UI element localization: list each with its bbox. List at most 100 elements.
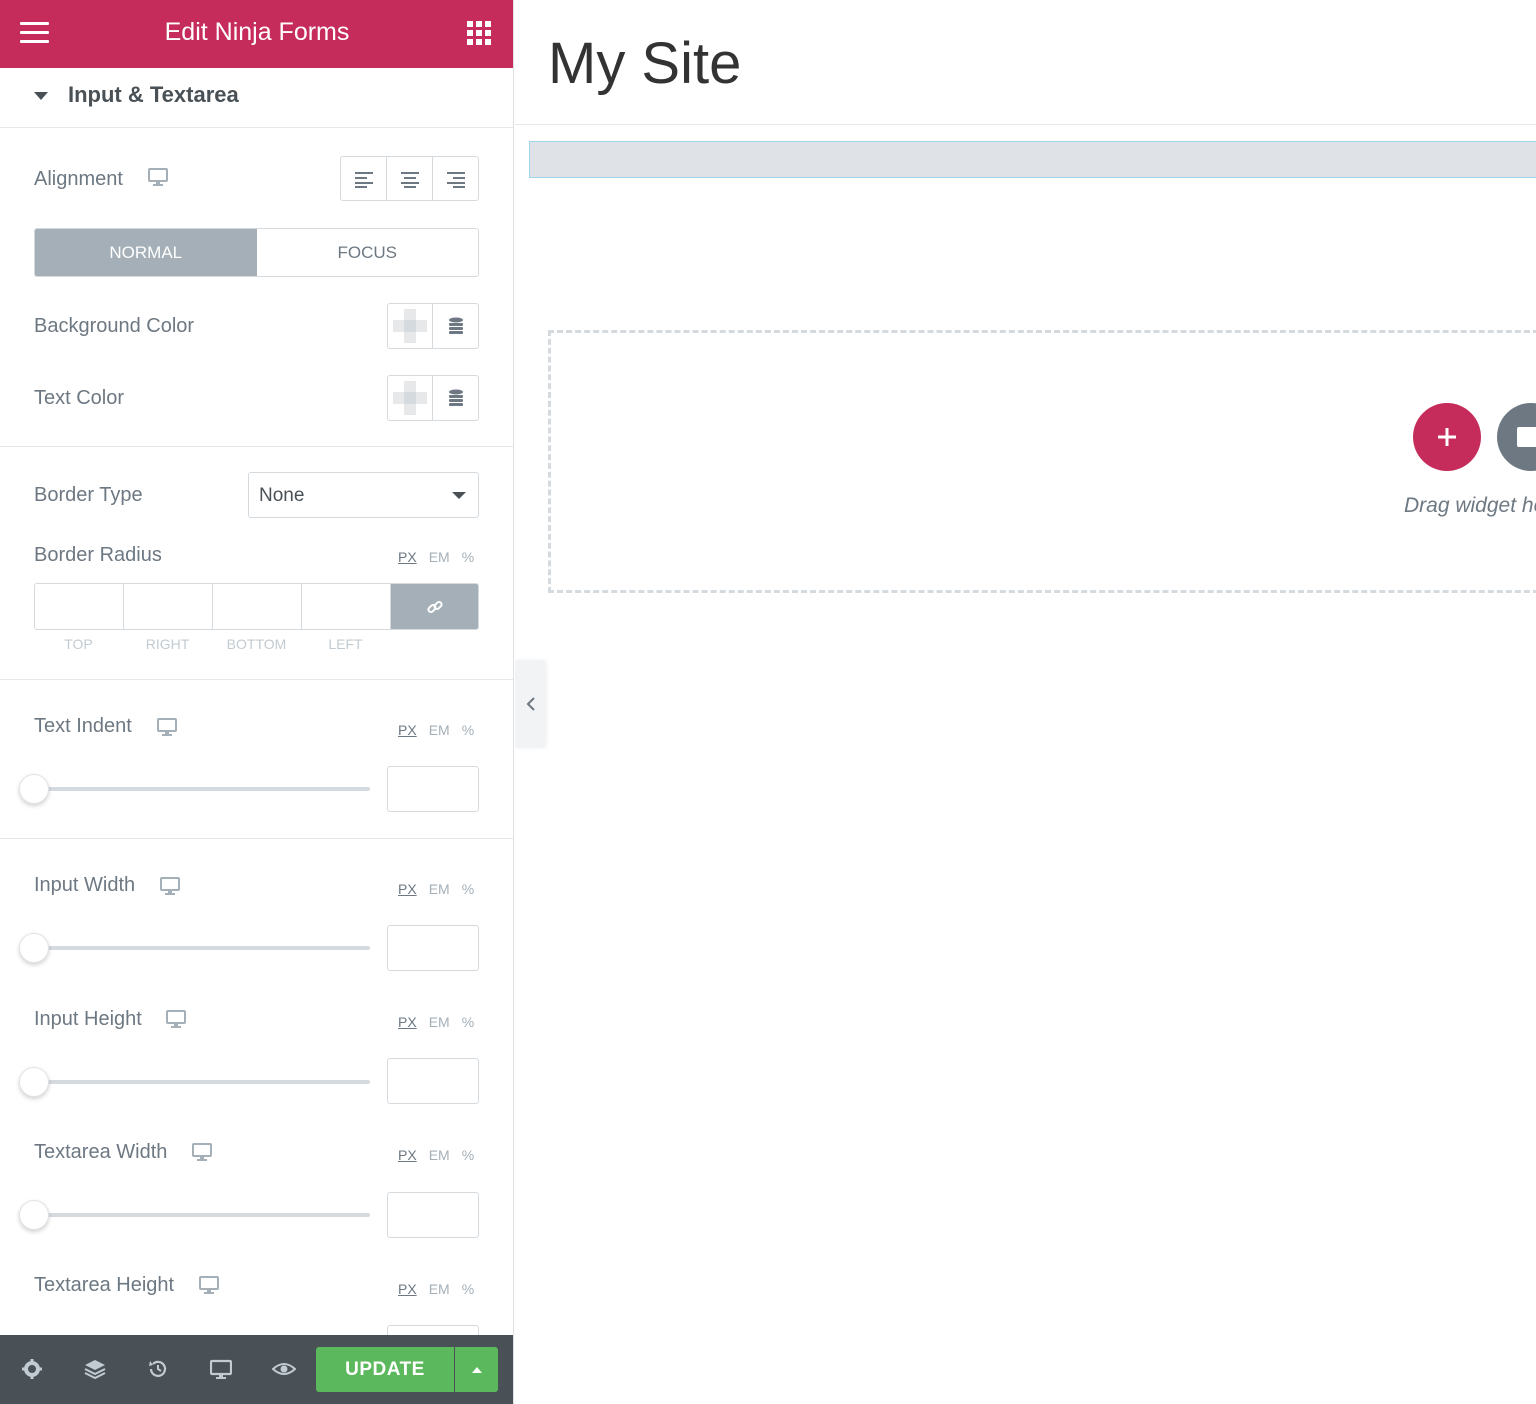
- text-indent-slider-track[interactable]: [34, 787, 370, 791]
- gear-icon: [22, 1359, 42, 1379]
- global-colors-button[interactable]: [433, 376, 478, 420]
- align-left-button[interactable]: [341, 157, 387, 200]
- textarea-width-slider-handle[interactable]: [19, 1200, 49, 1230]
- text-color-picker: [387, 375, 479, 421]
- align-left-icon: [354, 171, 373, 188]
- preview-canvas: My Site Drag widget here: [515, 0, 1536, 1404]
- unit-percent[interactable]: %: [462, 881, 474, 897]
- textarea-width-label: Textarea Width: [34, 1141, 168, 1163]
- unit-em[interactable]: EM: [429, 1147, 450, 1163]
- desktop-monitor-icon[interactable]: [160, 877, 180, 895]
- input-width-slider-track[interactable]: [34, 946, 370, 950]
- input-height-slider-track[interactable]: [34, 1080, 370, 1084]
- unit-px[interactable]: PX: [398, 1281, 417, 1297]
- border-type-select[interactable]: None: [248, 472, 479, 518]
- align-right-icon: [446, 171, 465, 188]
- text-indent-slider-handle[interactable]: [19, 774, 49, 804]
- unit-px[interactable]: PX: [398, 881, 417, 897]
- caret-up-icon: [471, 1366, 482, 1373]
- tab-normal[interactable]: NORMAL: [35, 229, 257, 276]
- save-options-button[interactable]: [455, 1347, 498, 1392]
- add-section-button[interactable]: [1413, 403, 1481, 471]
- text-color-label: Text Color: [34, 387, 125, 409]
- transparent-checker-icon: [393, 381, 427, 415]
- border-type-value: None: [259, 485, 305, 506]
- unit-percent[interactable]: %: [462, 549, 474, 565]
- editor-panel: Edit Ninja Forms Input & Textarea Alignm…: [0, 0, 514, 1404]
- caret-down-icon: [34, 92, 48, 100]
- background-color-label: Background Color: [34, 315, 195, 337]
- textarea-height-units: PX EM %: [398, 1281, 474, 1297]
- unit-px[interactable]: PX: [398, 1014, 417, 1030]
- textarea-width-slider-track[interactable]: [34, 1213, 370, 1217]
- navigator-button[interactable]: [83, 1357, 107, 1381]
- widgets-grid-icon[interactable]: [467, 21, 491, 45]
- unit-percent[interactable]: %: [462, 1281, 474, 1297]
- unit-em[interactable]: EM: [429, 1281, 450, 1297]
- update-button[interactable]: UPDATE: [316, 1347, 454, 1392]
- input-width-input[interactable]: [387, 925, 479, 971]
- textarea-width-input[interactable]: [387, 1192, 479, 1238]
- radius-bottom-input[interactable]: [213, 584, 302, 629]
- align-right-button[interactable]: [433, 157, 478, 200]
- desktop-monitor-icon[interactable]: [148, 168, 168, 186]
- separator: [0, 838, 513, 839]
- input-width-units: PX EM %: [398, 881, 474, 897]
- unit-em[interactable]: EM: [429, 722, 450, 738]
- desktop-monitor-icon[interactable]: [192, 1143, 212, 1161]
- background-color-swatch[interactable]: [388, 304, 433, 348]
- radius-right-input[interactable]: [124, 584, 213, 629]
- dimension-label-right: RIGHT: [145, 636, 190, 652]
- textarea-height-label: Textarea Height: [34, 1274, 175, 1296]
- desktop-monitor-icon[interactable]: [199, 1276, 219, 1294]
- background-color-picker: [387, 303, 479, 349]
- radius-top-input[interactable]: [35, 584, 124, 629]
- text-color-swatch[interactable]: [388, 376, 433, 420]
- widget-placeholder[interactable]: [529, 141, 1536, 178]
- tab-focus[interactable]: FOCUS: [256, 229, 478, 276]
- input-height-input[interactable]: [387, 1058, 479, 1104]
- dimension-label-left: LEFT: [328, 636, 363, 652]
- responsive-icon: [210, 1359, 232, 1379]
- input-width-slider-handle[interactable]: [19, 933, 49, 963]
- separator: [0, 446, 513, 447]
- unit-em[interactable]: EM: [429, 881, 450, 897]
- input-height-slider-handle[interactable]: [19, 1067, 49, 1097]
- input-height-units: PX EM %: [398, 1014, 474, 1030]
- border-radius-dimensions: [34, 583, 479, 630]
- state-tabs: NORMAL FOCUS: [34, 228, 479, 277]
- unit-px[interactable]: PX: [398, 722, 417, 738]
- align-center-button[interactable]: [387, 157, 433, 200]
- text-indent-units: PX EM %: [398, 722, 474, 738]
- text-indent-input[interactable]: [387, 766, 479, 812]
- settings-button[interactable]: [20, 1357, 44, 1381]
- global-colors-button[interactable]: [433, 304, 478, 348]
- preview-button[interactable]: [272, 1357, 296, 1381]
- folder-icon: [1517, 427, 1536, 447]
- header-divider: [515, 124, 1536, 125]
- chevron-down-icon: [452, 492, 466, 499]
- separator: [0, 679, 513, 680]
- responsive-mode-button[interactable]: [209, 1357, 233, 1381]
- unit-percent[interactable]: %: [462, 1147, 474, 1163]
- desktop-monitor-icon[interactable]: [157, 718, 177, 736]
- unit-px[interactable]: PX: [398, 549, 417, 565]
- dimension-labels: TOP RIGHT BOTTOM LEFT: [34, 636, 390, 652]
- link-values-button[interactable]: [391, 584, 478, 629]
- unit-em[interactable]: EM: [429, 1014, 450, 1030]
- radius-left-input[interactable]: [302, 584, 391, 629]
- database-icon: [448, 317, 463, 334]
- layers-icon: [84, 1360, 106, 1380]
- unit-percent[interactable]: %: [462, 722, 474, 738]
- panel-header: Edit Ninja Forms: [0, 0, 513, 68]
- unit-px[interactable]: PX: [398, 1147, 417, 1163]
- history-button[interactable]: [146, 1357, 170, 1381]
- empty-section-dropzone[interactable]: [548, 330, 1536, 593]
- database-icon: [448, 389, 463, 406]
- transparent-checker-icon: [393, 309, 427, 343]
- unit-percent[interactable]: %: [462, 1014, 474, 1030]
- desktop-monitor-icon[interactable]: [166, 1010, 186, 1028]
- unit-em[interactable]: EM: [429, 549, 450, 565]
- collapse-panel-button[interactable]: [515, 660, 546, 748]
- section-toggle-input-textarea[interactable]: Input & Textarea: [0, 68, 513, 128]
